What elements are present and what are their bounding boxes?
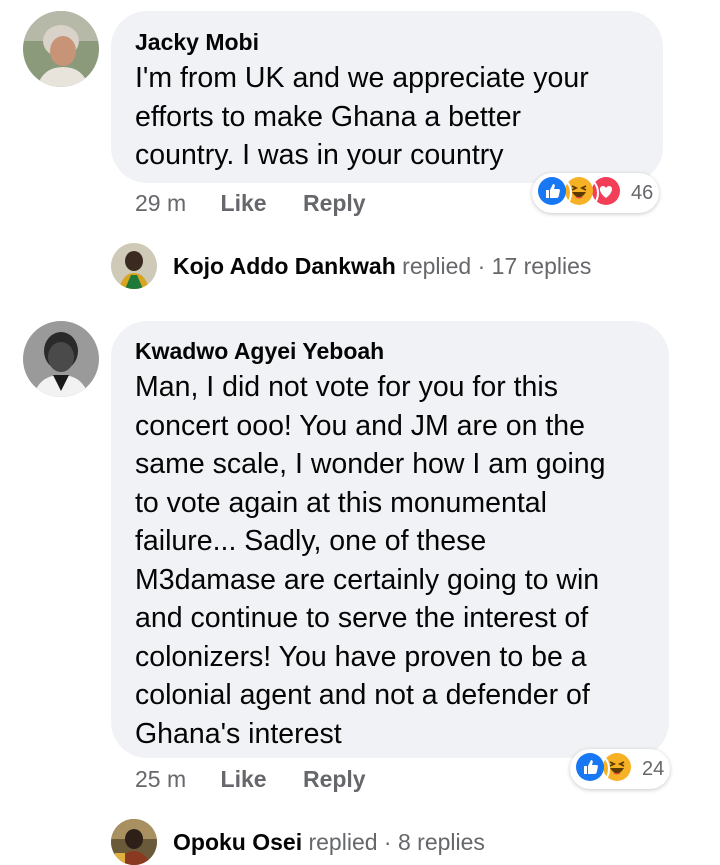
reply-avatar (111, 819, 157, 865)
comment-line: I'm from UK and we appreciate your (135, 62, 589, 94)
reply-author[interactable]: Kojo Addo Dankwah (173, 253, 396, 279)
replied-label: replied (308, 829, 378, 855)
comment-line: and continue to serve the interest of (135, 602, 589, 634)
comment-line: concert ooo! You and JM are on the (135, 409, 585, 442)
comment-line: colonial agent and not a defender of (135, 679, 590, 711)
separator: · (477, 253, 486, 279)
like-icon (536, 175, 572, 211)
avatar[interactable] (23, 321, 99, 397)
reply-author[interactable]: Opoku Osei (173, 829, 302, 855)
comment-author[interactable]: Jacky Mobi (135, 29, 259, 56)
comment-meta: 29 m Like Reply (135, 190, 366, 217)
reply-button[interactable]: Reply (303, 766, 366, 792)
separator: · (383, 829, 392, 855)
comment-line: same scale, I wonder how I am going (135, 448, 606, 480)
comment-author[interactable]: Kwadwo Agyei Yeboah (135, 338, 384, 365)
timestamp[interactable]: 29 m (135, 190, 186, 216)
reply-count[interactable]: 8 replies (398, 829, 485, 855)
reply-avatar (111, 243, 157, 289)
comment-line: country. I was in your country (135, 139, 504, 171)
comment-line: colonizers! You have proven to be a (135, 640, 587, 673)
reply-button[interactable]: Reply (303, 190, 366, 216)
comment-line: to vote again at this monumental (135, 486, 547, 519)
reaction-count: 46 (631, 181, 654, 204)
timestamp[interactable]: 25 m (135, 766, 186, 792)
reactions-summary[interactable]: 24 (570, 749, 671, 789)
comment-text: Man, I did not vote for you for this con… (135, 368, 606, 753)
replied-label: replied (402, 253, 472, 279)
reactions-summary[interactable]: 46 (532, 173, 660, 213)
avatar[interactable] (23, 11, 99, 87)
comment-meta: 25 m Like Reply (135, 766, 366, 793)
comment-text: I'm from UK and we appreciate your effor… (135, 59, 589, 175)
like-icon (574, 751, 610, 787)
reply-count[interactable]: 17 replies (492, 253, 592, 279)
comment-line: M3damase are certainly going to win (135, 563, 600, 596)
reaction-count: 24 (642, 757, 665, 780)
comment-line: Man, I did not vote for you for this (135, 371, 558, 403)
like-button[interactable]: Like (221, 190, 267, 216)
comment-line: Ghana's interest (135, 717, 342, 750)
like-button[interactable]: Like (221, 766, 267, 792)
comment-line: failure... Sadly, one of these (135, 525, 487, 557)
comment-line: efforts to make Ghana a better (135, 100, 522, 133)
